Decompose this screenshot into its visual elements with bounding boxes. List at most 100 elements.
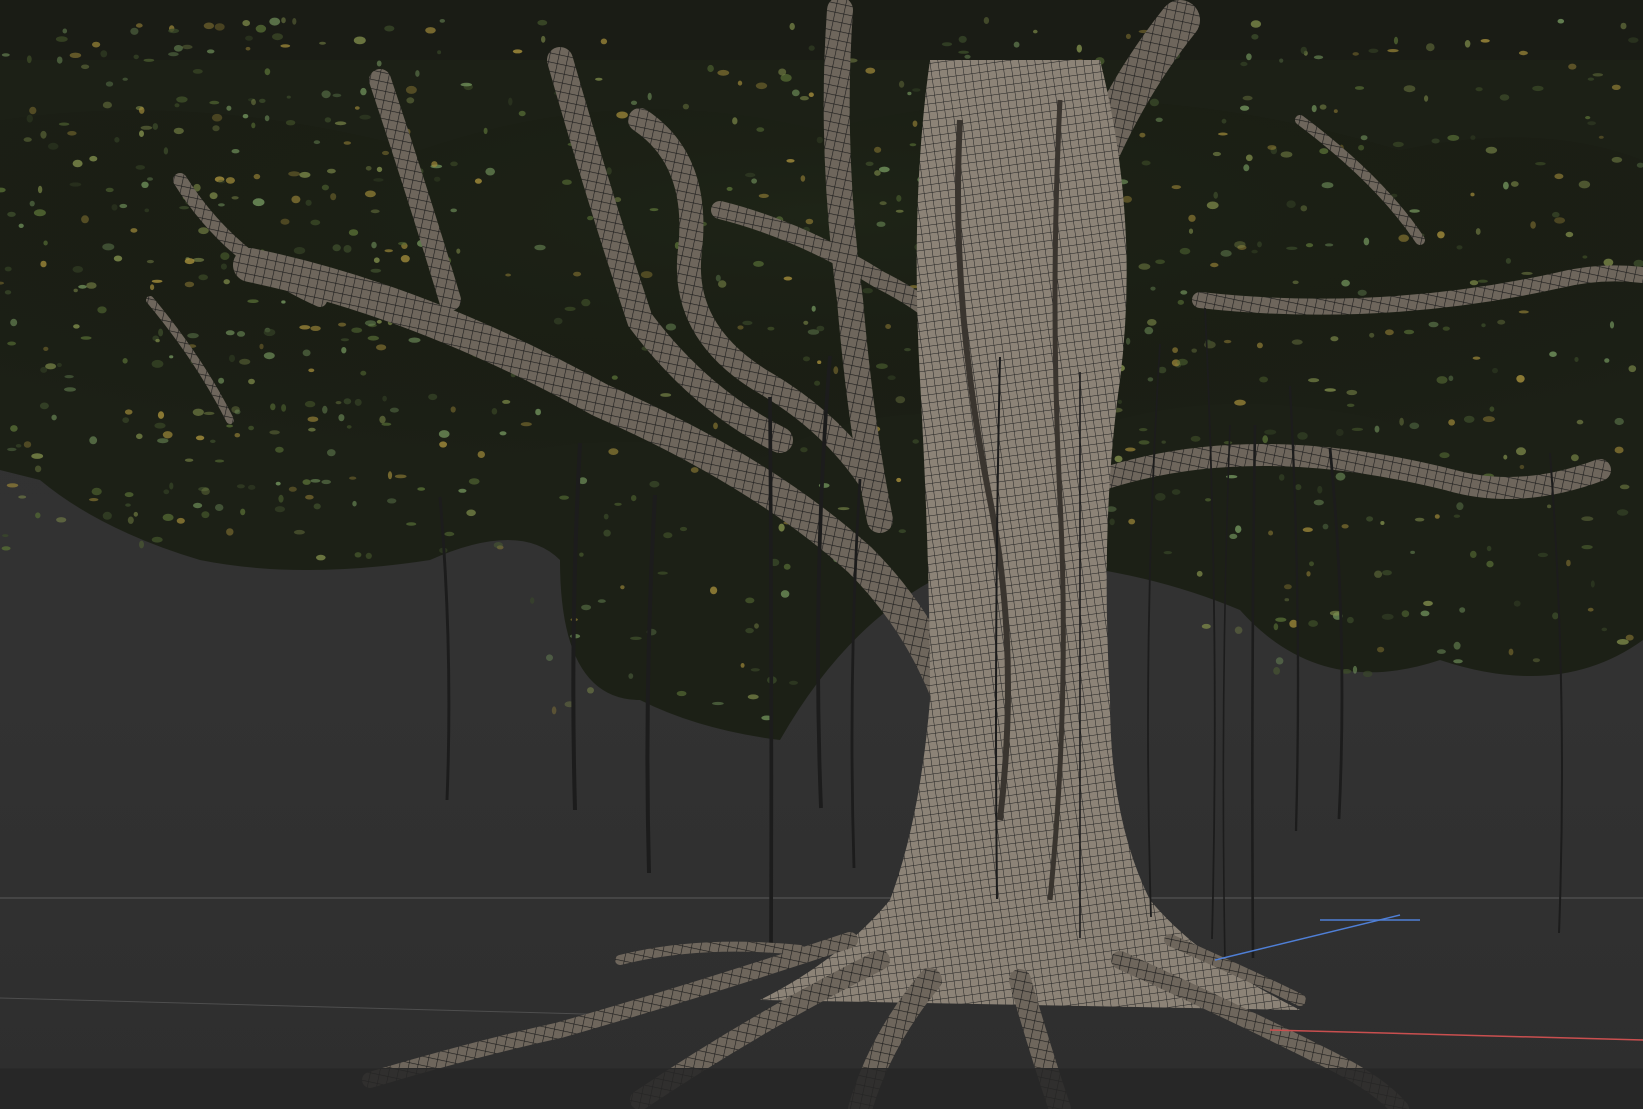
leaf <box>316 554 326 561</box>
leaf <box>898 80 905 88</box>
leaf <box>168 28 180 34</box>
leaf <box>1447 134 1460 141</box>
leaf <box>1221 118 1227 124</box>
leaf <box>1125 447 1136 452</box>
leaf <box>541 35 546 43</box>
leaf <box>450 208 458 213</box>
leaf <box>234 409 241 415</box>
leaf <box>285 120 296 126</box>
leaf <box>310 325 321 331</box>
leaf <box>184 281 195 288</box>
leaf <box>1138 440 1150 445</box>
leaf <box>1463 415 1475 423</box>
leaf <box>405 85 417 94</box>
leaf <box>321 184 329 191</box>
leaf <box>264 115 270 122</box>
leaf <box>1598 135 1604 139</box>
leaf <box>367 335 379 341</box>
leaf <box>351 327 363 333</box>
leaf <box>338 322 347 327</box>
leaf <box>1521 271 1533 275</box>
leaf <box>606 167 612 175</box>
leaf <box>168 52 179 57</box>
leaf <box>466 509 476 517</box>
leaf <box>143 58 155 62</box>
leaf <box>1109 518 1115 526</box>
leaf <box>1149 98 1159 107</box>
leaf <box>51 414 57 421</box>
leaf <box>26 55 32 64</box>
leaf <box>384 25 395 32</box>
leaf <box>1409 422 1420 430</box>
leaf <box>67 131 77 136</box>
leaf <box>1503 454 1508 460</box>
leaf <box>1317 485 1323 494</box>
scene-canvas[interactable] <box>0 0 1643 1109</box>
leaf <box>381 422 392 426</box>
leaf <box>192 408 204 416</box>
leaf <box>147 177 153 181</box>
leaf <box>332 93 342 98</box>
leaf <box>537 19 548 26</box>
leaf <box>1240 105 1250 111</box>
leaf <box>1499 94 1510 101</box>
leaf <box>1218 132 1228 136</box>
leaf <box>408 337 421 343</box>
leaf <box>293 529 305 535</box>
leaf <box>876 363 888 370</box>
leaf <box>1552 612 1559 620</box>
leaf <box>89 498 99 502</box>
leaf <box>1352 665 1358 674</box>
3d-viewport[interactable] <box>0 0 1643 1109</box>
leaf <box>1128 518 1136 525</box>
leaf <box>712 701 724 706</box>
leaf <box>340 338 349 342</box>
leaf <box>218 203 225 207</box>
leaf <box>865 67 876 74</box>
leaf <box>1609 321 1615 329</box>
leaf <box>245 46 251 51</box>
leaf <box>833 366 839 375</box>
leaf <box>657 571 668 575</box>
leaf <box>1571 454 1579 462</box>
leaf <box>382 395 387 402</box>
leaf <box>505 273 511 277</box>
leaf <box>35 512 41 519</box>
leaf <box>302 349 311 357</box>
leaf <box>895 396 906 404</box>
leaf <box>1485 146 1498 154</box>
leaf <box>1234 241 1246 249</box>
leaf <box>274 506 285 513</box>
leaf <box>1243 164 1250 172</box>
leaf <box>909 143 917 147</box>
leaf <box>597 599 606 603</box>
leaf <box>125 503 131 507</box>
leaf <box>1611 156 1623 163</box>
leaf <box>80 336 92 340</box>
leaf <box>1251 249 1258 254</box>
leaf <box>1172 347 1178 353</box>
leaf <box>105 81 114 87</box>
leaf <box>1436 376 1448 384</box>
leaf <box>278 494 284 503</box>
leaf <box>151 536 163 543</box>
leaf <box>468 478 480 485</box>
leaf <box>162 513 174 522</box>
leaf <box>816 136 823 144</box>
leaf <box>1138 263 1151 270</box>
leaf <box>1456 502 1464 511</box>
leaf <box>144 208 150 213</box>
leaf <box>370 209 380 214</box>
leaf <box>1519 464 1525 470</box>
leaf <box>47 142 59 150</box>
leaf <box>288 486 297 492</box>
leaf <box>55 36 68 42</box>
leaf <box>86 282 97 289</box>
leaf <box>119 203 128 209</box>
leaf <box>1482 416 1495 423</box>
leaf <box>1268 530 1274 536</box>
leaf <box>1587 77 1595 81</box>
leaf <box>912 88 921 92</box>
leaf <box>1206 201 1219 210</box>
leaf <box>354 552 362 558</box>
